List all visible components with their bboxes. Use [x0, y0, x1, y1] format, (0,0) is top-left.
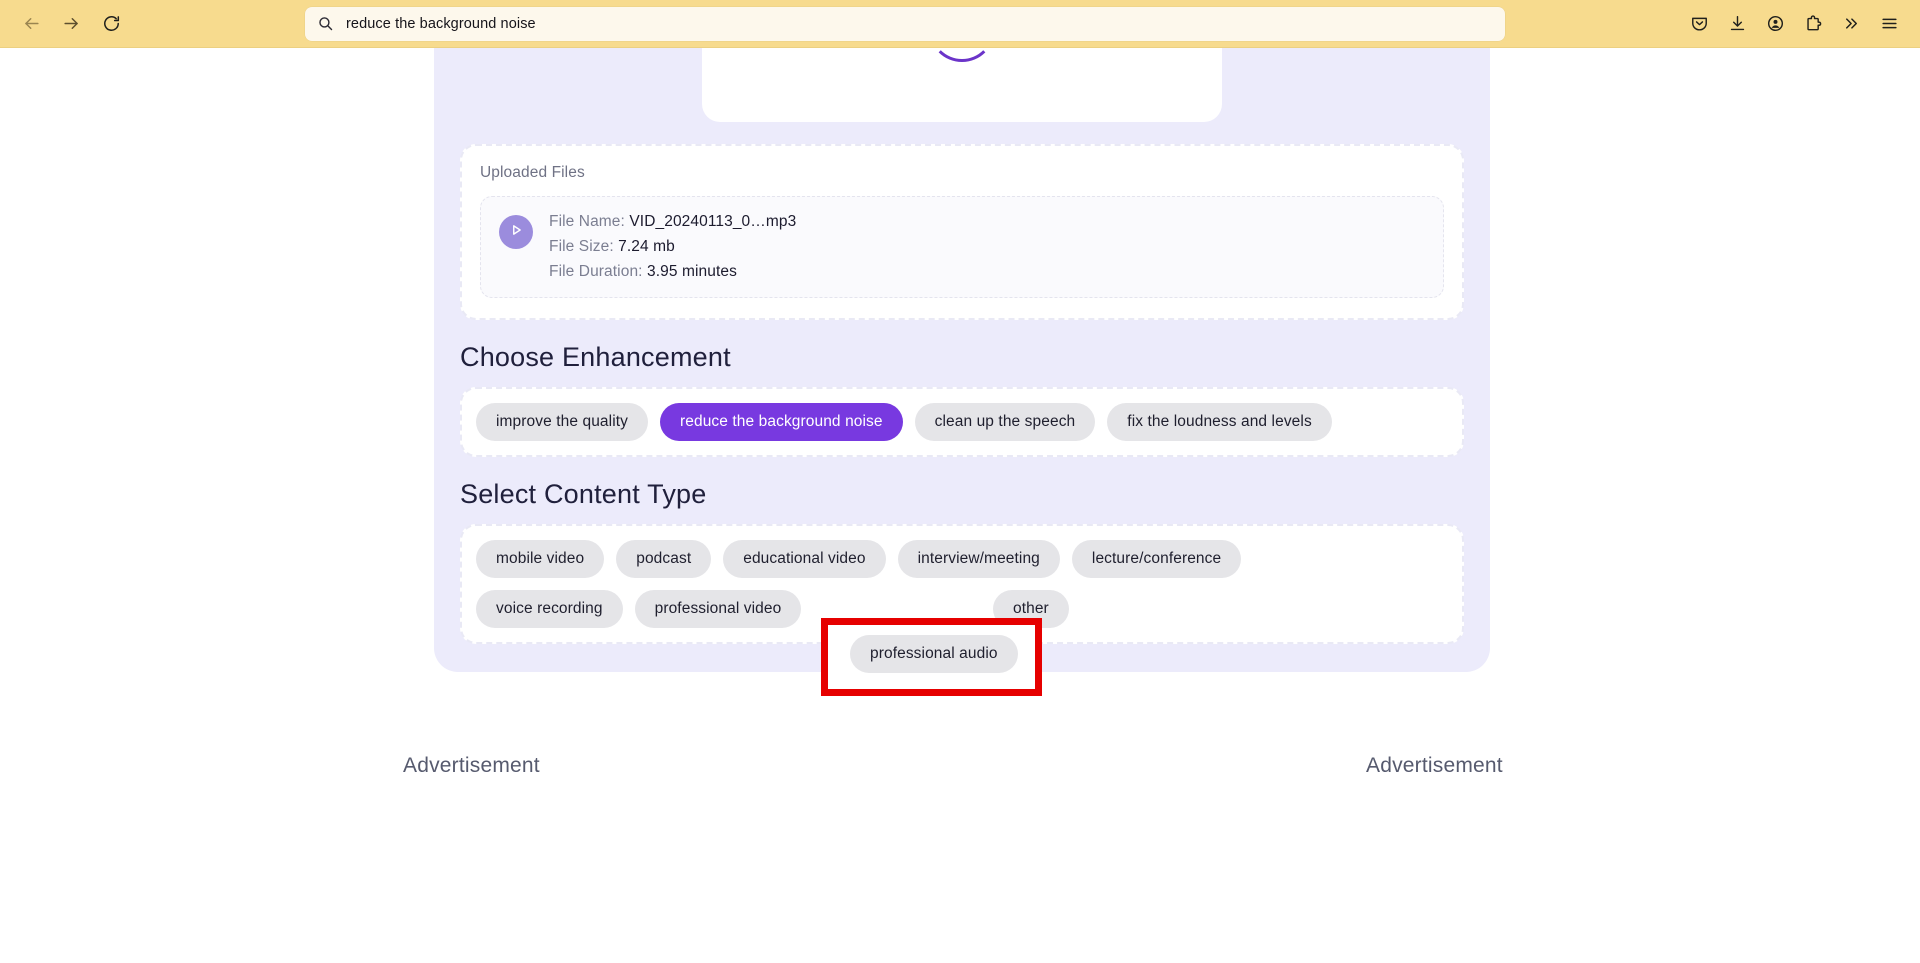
content-type-chip-row-2: voice recording professional video profe…: [476, 590, 1448, 628]
advertisement-label-left: Advertisement: [403, 754, 540, 777]
enhancement-chip-fix-the-loudness-and-levels[interactable]: fix the loudness and levels: [1107, 403, 1332, 441]
account-button[interactable]: [1758, 7, 1792, 41]
overflow-chevrons-icon: [1842, 14, 1861, 33]
pocket-save-button[interactable]: [1682, 7, 1716, 41]
content-type-chip-mobile-video[interactable]: mobile video: [476, 540, 605, 578]
file-metadata: File Name: VID_20240113_0…mp3 File Size:…: [549, 213, 796, 281]
uploaded-files-panel: Uploaded Files File Name: VID_20240113_0…: [460, 144, 1464, 320]
reload-icon: [102, 14, 121, 33]
navigation-buttons: [14, 7, 128, 41]
play-button[interactable]: [499, 215, 533, 249]
content-type-chip-voice-recording[interactable]: voice recording: [476, 590, 623, 628]
file-name-row: File Name: VID_20240113_0…mp3: [549, 213, 796, 231]
hamburger-menu-icon: [1880, 14, 1899, 33]
overflow-menu-button[interactable]: [1834, 7, 1868, 41]
file-duration-value: 3.95 minutes: [647, 263, 737, 280]
forward-arrow-icon: [62, 14, 81, 33]
enhancement-options-panel: improve the quality reduce the backgroun…: [460, 387, 1464, 457]
enhancement-chip-improve-the-quality[interactable]: improve the quality: [476, 403, 648, 441]
enhancement-chip-clean-up-the-speech[interactable]: clean up the speech: [914, 403, 1096, 441]
progress-spinner-icon: [929, 48, 995, 62]
content-type-chip-row-1: mobile video podcast educational video i…: [476, 540, 1448, 578]
enhancement-chip-reduce-the-background-noise[interactable]: reduce the background noise: [660, 403, 903, 441]
file-name-value: VID_20240113_0…mp3: [629, 213, 797, 230]
content-type-chip-other[interactable]: other: [992, 590, 1069, 628]
choose-enhancement-title: Choose Enhancement: [460, 342, 731, 372]
file-size-row: File Size: 7.24 mb: [549, 238, 796, 256]
browser-toolbar: reduce the background noise: [0, 0, 1920, 48]
urlbar-container: reduce the background noise: [128, 6, 1682, 41]
reload-button[interactable]: [94, 7, 128, 41]
toolbar-right-icons: [1682, 7, 1906, 41]
content-type-chip-lecture-conference[interactable]: lecture/conference: [1071, 540, 1242, 578]
content-type-chip-podcast[interactable]: podcast: [616, 540, 712, 578]
file-name-label: File Name:: [549, 213, 625, 230]
downloads-button[interactable]: [1720, 7, 1754, 41]
advertisement-label-right: Advertisement: [1366, 754, 1503, 777]
back-button[interactable]: [14, 7, 48, 41]
uploaded-files-label: Uploaded Files: [480, 164, 585, 181]
uploaded-file-item[interactable]: File Name: VID_20240113_0…mp3 File Size:…: [480, 196, 1444, 298]
content-type-chip-interview-meeting[interactable]: interview/meeting: [897, 540, 1060, 578]
audio-enhancer-app: Uploaded Files File Name: VID_20240113_0…: [434, 48, 1490, 672]
content-type-chip-professional-audio[interactable]: professional audio: [850, 635, 1018, 673]
account-icon: [1766, 14, 1785, 33]
forward-button[interactable]: [54, 7, 88, 41]
select-content-type-title: Select Content Type: [460, 479, 707, 509]
extensions-icon: [1804, 14, 1823, 33]
page-content: Uploaded Files File Name: VID_20240113_0…: [0, 48, 1920, 963]
advertisement-row: Advertisement Advertisement: [0, 754, 1920, 804]
downloads-icon: [1728, 14, 1747, 33]
extensions-button[interactable]: [1796, 7, 1830, 41]
file-size-value: 7.24 mb: [618, 238, 675, 255]
play-icon: [507, 221, 525, 244]
content-type-options-panel: mobile video podcast educational video i…: [460, 524, 1464, 644]
file-size-label: File Size:: [549, 238, 614, 255]
search-input[interactable]: reduce the background noise: [346, 16, 536, 32]
pocket-save-icon: [1690, 14, 1709, 33]
content-type-chip-professional-video[interactable]: professional video: [634, 590, 802, 628]
enhancement-chip-row: improve the quality reduce the backgroun…: [476, 403, 1448, 441]
hamburger-menu-button[interactable]: [1872, 7, 1906, 41]
address-search-bar[interactable]: reduce the background noise: [305, 6, 1505, 41]
content-type-chip-educational-video[interactable]: educational video: [723, 540, 886, 578]
upload-progress-card: [702, 48, 1222, 122]
back-arrow-icon: [22, 14, 41, 33]
file-duration-label: File Duration:: [549, 263, 643, 280]
search-icon: [317, 15, 334, 32]
file-duration-row: File Duration: 3.95 minutes: [549, 263, 796, 281]
